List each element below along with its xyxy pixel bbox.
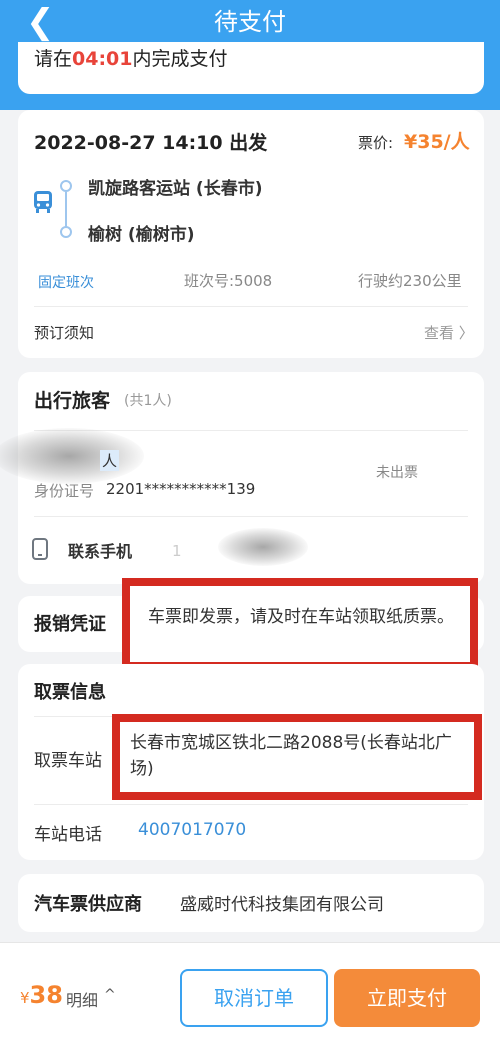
total-price: ¥38 (20, 981, 63, 1009)
receipt-highlight-box: 车票即发票，请及时在车站领取纸质票。 (122, 578, 478, 670)
trip-number: 班次号:5008 (184, 272, 273, 290)
pay-now-button[interactable]: 立即支付 (334, 969, 480, 1027)
payment-timer-card: 请在04:01内完成支付 (18, 42, 484, 94)
ticket-pickup-card: 取票信息 取票车站 长春市宽城区铁北二路2088号(长春站北广场) 车站电话 4… (18, 664, 484, 860)
departure-time: 2022-08-27 14:10 出发 (34, 132, 268, 154)
passenger-count: (共1人) (124, 393, 172, 409)
divider (34, 804, 468, 805)
price-detail-toggle[interactable]: 明细 (66, 987, 98, 1011)
supplier-title: 汽车票供应商 (34, 894, 142, 915)
ticket-info-title: 取票信息 (34, 682, 106, 703)
receipt-card: 报销凭证 车票即发票，请及时在车站领取纸质票。 (18, 578, 484, 670)
contact-phone-label: 联系手机 (68, 542, 133, 561)
destination-station: 榆树 (榆树市) (88, 225, 195, 245)
price-label: 票价: (358, 134, 394, 152)
cancel-order-button[interactable]: 取消订单 (180, 969, 328, 1027)
origin-dot (60, 180, 72, 192)
ticket-status: 未出票 (376, 465, 418, 481)
mobile-phone-icon (32, 538, 48, 560)
passengers-title: 出行旅客 (34, 390, 111, 412)
trip-type-tag: 固定班次 (38, 275, 94, 291)
passenger-name: 人 (100, 450, 120, 471)
supplier-card: 汽车票供应商 盛威时代科技集团有限公司 (18, 874, 484, 932)
origin-station: 凯旋路客运站 (长春市) (88, 179, 263, 199)
redaction-smudge (0, 428, 144, 484)
payment-countdown: 请在04:01内完成支付 (34, 48, 228, 70)
countdown-value: 04:01 (72, 48, 133, 70)
trip-distance: 行驶约230公里 (358, 272, 462, 290)
chevron-up-icon[interactable]: ^ (104, 987, 116, 1003)
booking-notice-label[interactable]: 预订须知 (34, 322, 94, 343)
divider (34, 516, 468, 517)
receipt-title: 报销凭证 (34, 614, 106, 635)
pickup-station-label: 取票车站 (34, 751, 102, 771)
supplier-name: 盛威时代科技集团有限公司 (180, 895, 384, 915)
passenger-card: 出行旅客 (共1人) 人 未出票 身份证号 2201***********139… (0, 372, 484, 584)
pickup-station-highlight-box: 长春市宽城区铁北二路2088号(长春站北广场) (112, 714, 482, 800)
bottom-action-bar: ¥38 明细 ^ 取消订单 立即支付 (0, 942, 500, 1038)
station-phone-link[interactable]: 4007017070 (138, 820, 246, 840)
ticket-price: ¥35/人 (404, 131, 470, 153)
bus-icon (34, 191, 52, 213)
redaction-smudge (218, 528, 308, 566)
station-phone-label: 车站电话 (34, 825, 102, 845)
id-value: 2201***********139 (106, 480, 256, 498)
divider (34, 306, 468, 307)
page-title: 待支付 (214, 8, 286, 36)
contact-phone-value: 1 (172, 542, 182, 560)
pickup-station-address: 长春市宽城区铁北二路2088号(长春站北广场) (130, 733, 452, 779)
destination-dot (60, 226, 72, 238)
receipt-text: 车票即发票，请及时在车站领取纸质票。 (148, 607, 454, 627)
trip-card: 2022-08-27 14:10 出发 票价: ¥35/人 凯旋路客运站 (长春… (18, 110, 484, 358)
id-label: 身份证号 (34, 482, 95, 500)
view-notice-link[interactable]: 查看 〉 (424, 322, 474, 343)
